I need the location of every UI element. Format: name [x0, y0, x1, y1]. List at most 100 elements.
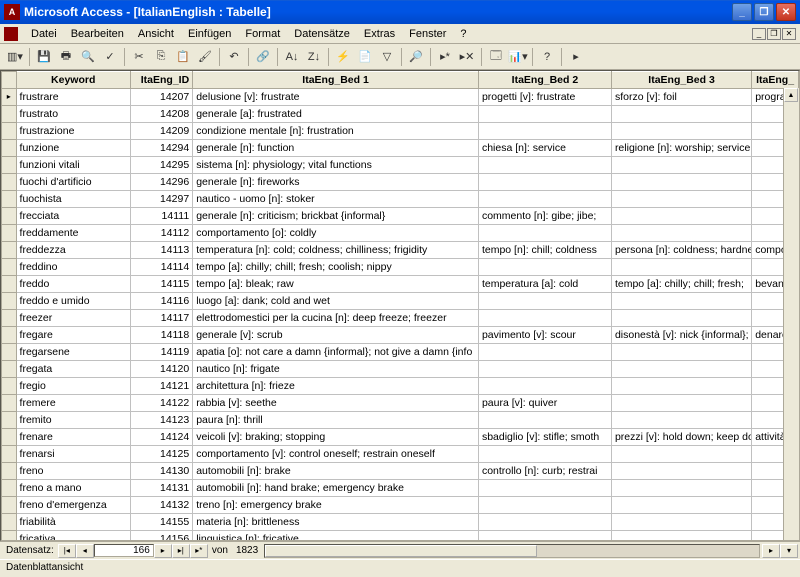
cell-bed1[interactable]: rabbia [v]: seethe	[193, 395, 479, 412]
cell-keyword[interactable]: freddamente	[16, 225, 130, 242]
cell-bed3[interactable]	[611, 395, 751, 412]
child-restore-button[interactable]: ❐	[767, 28, 781, 40]
cell-bed2[interactable]	[478, 446, 611, 463]
cell-id[interactable]: 14295	[130, 157, 192, 174]
cell-bed1[interactable]: automobili [n]: brake	[193, 463, 479, 480]
cell-id[interactable]: 14131	[130, 480, 192, 497]
row-selector[interactable]	[2, 395, 17, 412]
table-row[interactable]: freno14130automobili [n]: brakecontrollo…	[2, 463, 799, 480]
table-row[interactable]: freddo14115tempo [a]: bleak; rawtemperat…	[2, 276, 799, 293]
table-row[interactable]: ▸frustrare14207delusione [v]: frustratep…	[2, 89, 799, 106]
vscroll-down-button[interactable]: ▾	[780, 544, 798, 558]
cell-keyword[interactable]: funzione	[16, 140, 130, 157]
cell-bed2[interactable]	[478, 531, 611, 542]
cell-keyword[interactable]: freno a mano	[16, 480, 130, 497]
table-row[interactable]: freddo e umido14116luogo [a]: dank; cold…	[2, 293, 799, 310]
minimize-button[interactable]: _	[732, 3, 752, 21]
row-selector[interactable]	[2, 293, 17, 310]
row-selector[interactable]	[2, 225, 17, 242]
prev-record-button[interactable]: ◂	[76, 544, 94, 558]
table-row[interactable]: freno d'emergenza14132treno [n]: emergen…	[2, 497, 799, 514]
new-record-nav-button[interactable]: ▸*	[190, 544, 208, 558]
table-row[interactable]: funzioni vitali14295sistema [n]: physiol…	[2, 157, 799, 174]
first-record-button[interactable]: |◂	[58, 544, 76, 558]
cell-id[interactable]: 14207	[130, 89, 192, 106]
row-selector[interactable]	[2, 106, 17, 123]
cell-id[interactable]: 14123	[130, 412, 192, 429]
cell-bed1[interactable]: generale [n]: criticism; brickbat {infor…	[193, 208, 479, 225]
row-selector[interactable]	[2, 497, 17, 514]
cell-bed2[interactable]	[478, 293, 611, 310]
cell-keyword[interactable]: fremito	[16, 412, 130, 429]
cell-bed3[interactable]	[611, 259, 751, 276]
cell-bed3[interactable]	[611, 480, 751, 497]
menu-einfuegen[interactable]: Einfügen	[181, 26, 238, 42]
cell-bed2[interactable]	[478, 157, 611, 174]
table-row[interactable]: freddino14114tempo [a]: chilly; chill; f…	[2, 259, 799, 276]
cell-bed2[interactable]	[478, 378, 611, 395]
cell-bed2[interactable]	[478, 480, 611, 497]
cell-id[interactable]: 14297	[130, 191, 192, 208]
table-row[interactable]: freno a mano14131automobili [n]: hand br…	[2, 480, 799, 497]
filter-selection-button[interactable]: ⚡	[332, 46, 354, 68]
cell-bed1[interactable]: tempo [a]: chilly; chill; fresh; coolish…	[193, 259, 479, 276]
cell-id[interactable]: 14115	[130, 276, 192, 293]
cell-id[interactable]: 14113	[130, 242, 192, 259]
cell-keyword[interactable]: fregata	[16, 361, 130, 378]
row-selector[interactable]: ▸	[2, 89, 17, 106]
cell-keyword[interactable]: freddo e umido	[16, 293, 130, 310]
cell-bed1[interactable]: materia [n]: brittleness	[193, 514, 479, 531]
cell-keyword[interactable]: freezer	[16, 310, 130, 327]
cell-bed2[interactable]: chiesa [n]: service	[478, 140, 611, 157]
paste-button[interactable]: 📋	[172, 46, 194, 68]
cell-keyword[interactable]: fregare	[16, 327, 130, 344]
cell-keyword[interactable]: frenarsi	[16, 446, 130, 463]
cell-keyword[interactable]: frustrare	[16, 89, 130, 106]
menu-datei[interactable]: Datei	[24, 26, 64, 42]
format-painter-button[interactable]: 🖌	[194, 46, 216, 68]
cell-bed1[interactable]: luogo [a]: dank; cold and wet	[193, 293, 479, 310]
cell-bed1[interactable]: generale [n]: fireworks	[193, 174, 479, 191]
table-row[interactable]: freezer14117elettrodomestici per la cuci…	[2, 310, 799, 327]
find-button[interactable]: 🔎	[405, 46, 427, 68]
row-selector[interactable]	[2, 378, 17, 395]
cell-keyword[interactable]: friabilità	[16, 514, 130, 531]
cell-bed3[interactable]	[611, 208, 751, 225]
cell-bed3[interactable]	[611, 310, 751, 327]
menu-datensaetze[interactable]: Datensätze	[287, 26, 357, 42]
table-row[interactable]: fuochi d'artificio14296generale [n]: fir…	[2, 174, 799, 191]
cell-bed3[interactable]: tempo [a]: chilly; chill; fresh;	[611, 276, 751, 293]
cell-bed3[interactable]	[611, 446, 751, 463]
cell-id[interactable]: 14114	[130, 259, 192, 276]
table-row[interactable]: fremito14123paura [n]: thrill	[2, 412, 799, 429]
cell-bed1[interactable]: nautico - uomo [n]: stoker	[193, 191, 479, 208]
cell-bed3[interactable]	[611, 514, 751, 531]
cell-bed3[interactable]	[611, 344, 751, 361]
cell-id[interactable]: 14117	[130, 310, 192, 327]
cell-keyword[interactable]: freno d'emergenza	[16, 497, 130, 514]
delete-record-button[interactable]: ▸✕	[456, 46, 478, 68]
hyperlink-button[interactable]: 🔗	[252, 46, 274, 68]
cell-id[interactable]: 14121	[130, 378, 192, 395]
cell-bed3[interactable]: disonestà [v]: nick {informal};	[611, 327, 751, 344]
table-row[interactable]: freddamente14112comportamento [o]: coldl…	[2, 225, 799, 242]
cell-bed1[interactable]: generale [n]: function	[193, 140, 479, 157]
cell-bed3[interactable]	[611, 106, 751, 123]
cell-bed1[interactable]: elettrodomestici per la cucina [n]: deep…	[193, 310, 479, 327]
row-selector[interactable]	[2, 174, 17, 191]
row-selector[interactable]	[2, 344, 17, 361]
maximize-button[interactable]: ❐	[754, 3, 774, 21]
cell-id[interactable]: 14125	[130, 446, 192, 463]
sort-asc-button[interactable]: A↓	[281, 46, 303, 68]
cell-id[interactable]: 14112	[130, 225, 192, 242]
cell-id[interactable]: 14122	[130, 395, 192, 412]
cell-bed1[interactable]: generale [a]: frustrated	[193, 106, 479, 123]
cell-bed3[interactable]	[611, 361, 751, 378]
menu-bearbeiten[interactable]: Bearbeiten	[64, 26, 131, 42]
table-row[interactable]: freddezza14113temperatura [n]: cold; col…	[2, 242, 799, 259]
cell-keyword[interactable]: frecciata	[16, 208, 130, 225]
cell-id[interactable]: 14132	[130, 497, 192, 514]
cell-bed2[interactable]	[478, 412, 611, 429]
cell-id[interactable]: 14120	[130, 361, 192, 378]
cell-bed1[interactable]: architettura [n]: frieze	[193, 378, 479, 395]
